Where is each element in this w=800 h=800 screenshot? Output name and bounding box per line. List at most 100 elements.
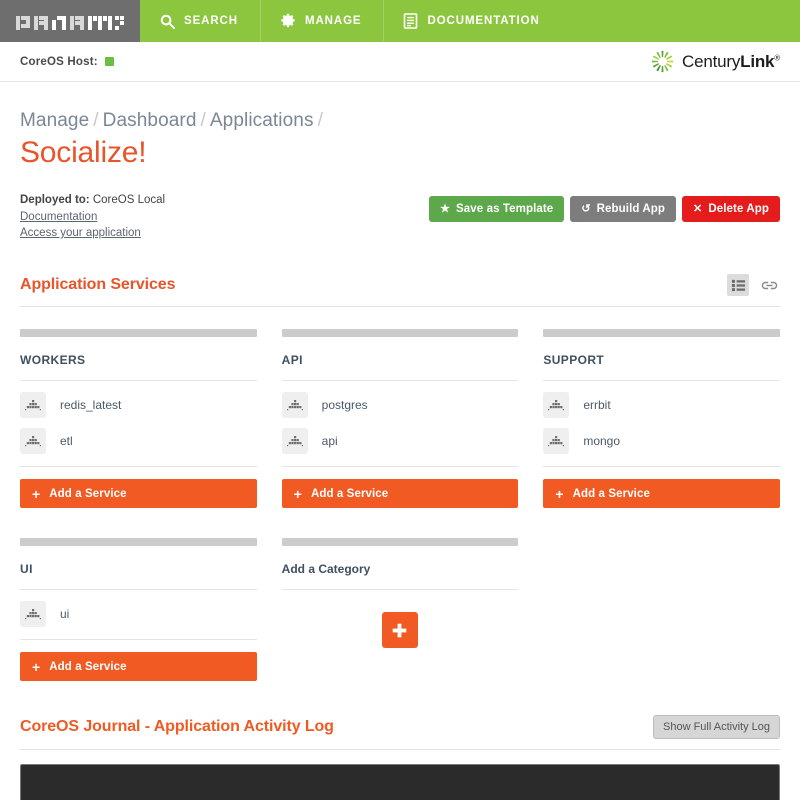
service-row[interactable]: api bbox=[281, 423, 519, 459]
service-row[interactable]: postgres bbox=[281, 387, 519, 423]
journal-console[interactable] bbox=[20, 764, 780, 800]
delete-app-label: Delete App bbox=[708, 203, 769, 215]
add-service-label: Add a Service bbox=[572, 487, 650, 500]
add-service-label: Add a Service bbox=[310, 487, 389, 500]
category-name: API bbox=[281, 337, 519, 382]
coreos-host-status: CoreOS Host: bbox=[20, 56, 114, 68]
centurylink-century: Century bbox=[682, 51, 741, 71]
centurylink-link: Link bbox=[740, 51, 775, 71]
service-name: etl bbox=[60, 434, 73, 449]
access-application-link[interactable]: Access your application bbox=[20, 225, 165, 242]
registered-mark: ® bbox=[774, 52, 780, 62]
list-view-icon bbox=[731, 279, 745, 291]
centurylink-logo: CenturyLink® bbox=[650, 49, 780, 74]
container-blocks-icon bbox=[20, 392, 46, 419]
panamax-logo-icon bbox=[16, 16, 124, 30]
plus-icon: + bbox=[293, 485, 302, 502]
list-view-toggle[interactable] bbox=[727, 274, 749, 297]
save-as-template-button[interactable]: ★ Save as Template bbox=[429, 196, 565, 222]
link-view-icon bbox=[761, 281, 777, 289]
app-action-buttons: ★ Save as Template ↺ Rebuild App ✕ Delet… bbox=[429, 192, 780, 222]
container-blocks-icon bbox=[20, 601, 46, 628]
host-status-indicator bbox=[104, 57, 114, 66]
panamax-logo[interactable] bbox=[0, 0, 140, 42]
service-row[interactable]: redis_latest bbox=[20, 387, 257, 423]
breadcrumb-item-dashboard[interactable]: Dashboard bbox=[103, 110, 197, 131]
add-service-button[interactable]: + Add a Service bbox=[543, 479, 780, 509]
breadcrumb-separator-1: / bbox=[93, 110, 99, 131]
add-category-button[interactable] bbox=[381, 612, 418, 649]
nav-item-search-label: SEARCH bbox=[184, 15, 238, 27]
add-service-button[interactable]: + Add a Service bbox=[20, 652, 257, 682]
service-list: redis_latest etl bbox=[20, 381, 257, 468]
rebuild-app-button[interactable]: ↺ Rebuild App bbox=[570, 196, 677, 222]
add-service-button[interactable]: + Add a Service bbox=[281, 479, 519, 509]
category-card-ui: UI ui + Add a Service bbox=[20, 538, 257, 682]
category-name: SUPPORT bbox=[543, 337, 780, 382]
category-topbar bbox=[281, 538, 519, 547]
service-name: postgres bbox=[321, 398, 368, 413]
add-category-card: Add a Category bbox=[281, 538, 519, 681]
container-blocks-icon bbox=[543, 392, 570, 419]
nav-item-search[interactable]: SEARCH bbox=[140, 0, 260, 42]
service-name: redis_latest bbox=[60, 398, 122, 413]
breadcrumb-item-manage[interactable]: Manage bbox=[20, 110, 89, 131]
service-row[interactable]: etl bbox=[20, 423, 257, 459]
breadcrumb: Manage / Dashboard / Applications / bbox=[20, 110, 780, 132]
category-card-workers: WORKERS redis_latest etl + Add a Service bbox=[20, 329, 257, 509]
plus-icon: + bbox=[32, 658, 41, 675]
nav-item-manage[interactable]: MANAGE bbox=[259, 0, 384, 42]
service-list: postgres api bbox=[281, 381, 519, 468]
deployed-to-line: Deployed to: CoreOS Local bbox=[20, 192, 165, 209]
container-blocks-icon bbox=[281, 428, 308, 455]
documentation-link[interactable]: Documentation bbox=[20, 209, 165, 226]
view-toggle-group bbox=[727, 274, 780, 297]
gear-icon bbox=[280, 13, 296, 29]
journal-title: CoreOS Journal - Application Activity Lo… bbox=[20, 718, 334, 736]
breadcrumb-item-applications[interactable]: Applications bbox=[210, 110, 314, 131]
category-name: WORKERS bbox=[20, 337, 257, 382]
centurylink-wordmark: CenturyLink® bbox=[682, 52, 780, 72]
service-name: mongo bbox=[583, 434, 621, 449]
add-category-body bbox=[282, 590, 519, 649]
plus-icon: + bbox=[32, 485, 41, 502]
service-list: errbit mongo bbox=[543, 381, 780, 468]
nav-item-documentation-label: DOCUMENTATION bbox=[427, 15, 540, 27]
service-name: errbit bbox=[583, 398, 611, 413]
service-name: ui bbox=[60, 607, 70, 622]
service-list: ui bbox=[20, 590, 257, 641]
category-card-api: API postgres api + Add a Service bbox=[281, 329, 519, 509]
delete-app-button[interactable]: ✕ Delete App bbox=[682, 196, 780, 222]
service-row[interactable]: mongo bbox=[543, 423, 780, 459]
save-as-template-label: Save as Template bbox=[456, 203, 554, 215]
deployment-row: Deployed to: CoreOS Local Documentation … bbox=[20, 192, 780, 242]
container-blocks-icon bbox=[20, 428, 46, 455]
category-grid: WORKERS redis_latest etl + Add a Service… bbox=[20, 329, 780, 711]
category-name: UI bbox=[20, 546, 257, 591]
category-topbar bbox=[20, 538, 257, 547]
journal-header: CoreOS Journal - Application Activity Lo… bbox=[20, 715, 780, 751]
add-service-button[interactable]: + Add a Service bbox=[20, 479, 257, 509]
page-content: Manage / Dashboard / Applications / Socialize… bbox=[0, 110, 800, 800]
host-status-bar: CoreOS Host: CenturyLink® bbox=[0, 42, 800, 82]
close-icon: ✕ bbox=[693, 202, 703, 215]
document-icon bbox=[403, 13, 418, 29]
nav-item-manage-label: MANAGE bbox=[304, 15, 362, 27]
show-full-activity-log-button[interactable]: Show Full Activity Log bbox=[653, 715, 780, 740]
page-title: Socialize! bbox=[20, 136, 147, 169]
section-title: Application Services bbox=[20, 276, 176, 294]
link-view-toggle[interactable] bbox=[758, 274, 780, 296]
category-topbar bbox=[543, 329, 780, 338]
category-card-support: SUPPORT errbit mongo + Add a Service bbox=[543, 329, 780, 509]
service-row[interactable]: ui bbox=[20, 596, 257, 632]
service-name: api bbox=[321, 434, 338, 449]
star-icon: ★ bbox=[440, 202, 451, 215]
add-category-title: Add a Category bbox=[281, 546, 519, 591]
service-row[interactable]: errbit bbox=[543, 387, 780, 423]
deployed-to-value: CoreOS Local bbox=[92, 194, 166, 206]
centurylink-starburst-icon bbox=[651, 50, 674, 73]
refresh-icon: ↺ bbox=[581, 202, 591, 215]
coreos-host-label: CoreOS Host: bbox=[20, 55, 98, 68]
container-blocks-icon bbox=[281, 392, 308, 419]
nav-item-documentation[interactable]: DOCUMENTATION bbox=[383, 0, 561, 42]
